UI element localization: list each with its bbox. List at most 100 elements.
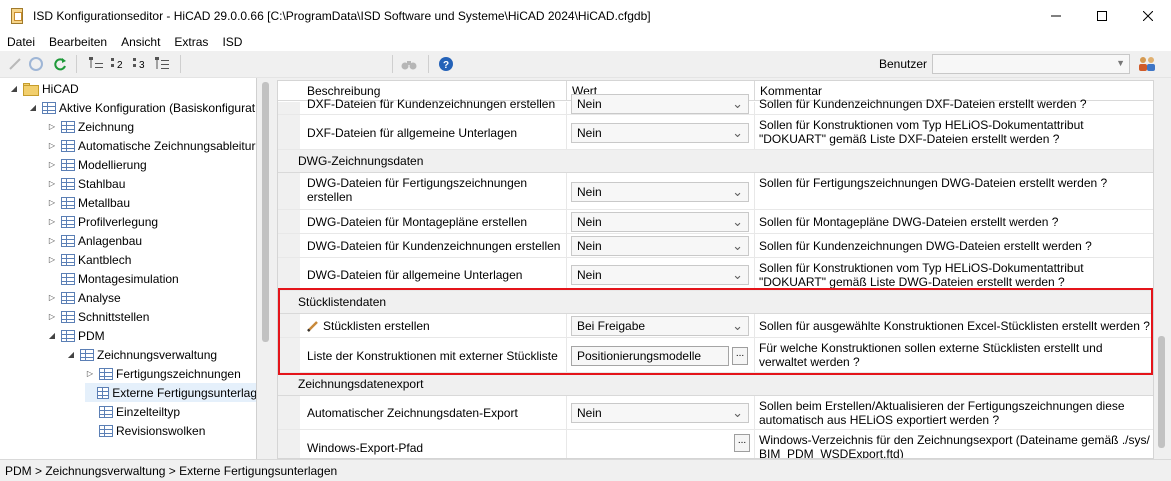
menu-extras[interactable]: Extras <box>167 35 215 49</box>
tree-item[interactable]: ◢ HiCAD <box>9 79 79 98</box>
expand-arrow-icon[interactable]: ◢ <box>28 103 38 113</box>
svg-text:?: ? <box>443 60 449 71</box>
tree-item[interactable]: ▷ Stahlbau <box>47 174 125 193</box>
tree-item[interactable]: Externe Fertigungsunterlag <box>85 383 256 402</box>
grid-scrollbar[interactable] <box>1154 80 1169 459</box>
collapse-arrow-icon[interactable]: ▷ <box>47 160 57 170</box>
tree-item[interactable]: Montagesimulation <box>47 269 179 288</box>
collapse-arrow-icon[interactable]: ▷ <box>47 179 57 189</box>
tree-item[interactable]: ▷ Automatische Zeichnungsableitur <box>47 136 256 155</box>
value-dropdown[interactable]: Nein ⌄ <box>571 236 749 256</box>
tree-item[interactable]: ▷ Fertigungszeichnungen <box>85 364 241 383</box>
help-icon[interactable]: ? <box>438 56 454 72</box>
close-button[interactable] <box>1125 0 1171 32</box>
property-row[interactable]: DXF-Dateien für Kundenzeichnungen erstel… <box>278 94 1153 115</box>
column-header-description[interactable]: Beschreibung <box>307 84 380 98</box>
level-3-icon[interactable]: 3 <box>132 56 148 72</box>
browse-button[interactable]: ... <box>734 434 750 452</box>
collapse-arrow-icon[interactable]: ▷ <box>47 236 57 246</box>
tree-scrollbar[interactable] <box>258 78 273 459</box>
category-row[interactable]: DWG-Zeichnungsdaten <box>278 150 1153 173</box>
chevron-down-icon: ⌄ <box>732 318 743 333</box>
property-row[interactable]: DWG-Dateien für allgemeine Unterlagen Nei… <box>278 258 1153 291</box>
value-dropdown-text: Nein <box>577 239 602 253</box>
property-description: DWG-Dateien für Kundenzeichnungen erstel… <box>307 239 561 253</box>
collapse-arrow-icon[interactable]: ▷ <box>47 255 57 265</box>
pencil-icon[interactable] <box>7 56 23 72</box>
tree-item[interactable]: ▷ Profilverlegung <box>47 212 158 231</box>
refresh-icon[interactable] <box>52 56 68 72</box>
chevron-down-icon: ▼ <box>1116 58 1125 68</box>
tree-item[interactable]: ▷ Schnittstellen <box>47 307 149 326</box>
tree-item[interactable]: ▷ Metallbau <box>47 193 130 212</box>
level-1-icon[interactable] <box>88 56 104 72</box>
table-icon <box>99 367 113 380</box>
property-description: DXF-Dateien für Kundenzeichnungen erstel… <box>307 97 556 111</box>
menu-datei[interactable]: Datei <box>0 35 42 49</box>
value-dropdown[interactable]: Nein ⌄ <box>571 265 749 285</box>
collapse-arrow-icon[interactable]: ▷ <box>47 312 57 322</box>
collapse-arrow-icon[interactable]: ▷ <box>47 198 57 208</box>
collapse-arrow-icon[interactable]: ▷ <box>47 122 57 132</box>
value-field[interactable]: Positionierungsmodelle <box>571 346 729 366</box>
user-dropdown[interactable]: ▼ <box>932 54 1130 74</box>
property-row[interactable]: DWG-Dateien für Kundenzeichnungen erstel… <box>278 234 1153 258</box>
category-row[interactable]: Zeichnungsdatenexport <box>278 373 1153 396</box>
property-row[interactable]: Liste der Konstruktionen mit externer St… <box>278 338 1153 373</box>
menu-bearbeiten[interactable]: Bearbeiten <box>42 35 114 49</box>
tree-item[interactable]: ◢ Aktive Konfiguration (Basiskonfigurat <box>28 98 255 117</box>
maximize-button[interactable] <box>1079 0 1125 32</box>
level-2-icon[interactable]: 2 <box>110 56 126 72</box>
collapse-arrow-icon[interactable]: ▷ <box>47 293 57 303</box>
value-dropdown[interactable]: Nein ⌄ <box>571 403 749 423</box>
category-row[interactable]: Stücklistendaten <box>278 291 1153 314</box>
property-comment: Sollen für Montagepläne DWG-Dateien erst… <box>759 215 1059 229</box>
browse-button[interactable]: ... <box>732 347 748 365</box>
tree-item[interactable]: Revisionswolken <box>85 421 205 440</box>
property-row[interactable]: DWG-Dateien für Fertigungszeichnungen er… <box>278 173 1153 210</box>
property-row[interactable]: DXF-Dateien für allgemeine Unterlagen Nei… <box>278 115 1153 150</box>
tree-item[interactable]: ▷ Zeichnung <box>47 117 134 136</box>
value-dropdown[interactable]: Nein ⌄ <box>571 94 749 114</box>
level-3-label: 3 <box>139 60 145 71</box>
property-grid: Beschreibung Wert Kommentar DXF-Dateien … <box>277 80 1154 459</box>
title-bar: ISD Konfigurationseditor - HiCAD 29.0.0.… <box>0 0 1171 32</box>
binoculars-icon[interactable] <box>401 56 417 72</box>
users-icon[interactable] <box>1137 55 1157 73</box>
tree-item[interactable]: ◢ PDM <box>47 326 105 345</box>
value-dropdown[interactable]: Nein ⌄ <box>571 182 749 202</box>
property-description: DWG-Dateien für allgemeine Unterlagen <box>307 268 523 282</box>
tree-scroll-thumb[interactable] <box>262 82 269 342</box>
tree-item[interactable]: ◢ Zeichnungsverwaltung <box>66 345 217 364</box>
app-icon <box>9 8 25 24</box>
expand-arrow-icon[interactable]: ◢ <box>47 331 57 341</box>
tree-item[interactable]: ▷ Analyse <box>47 288 121 307</box>
collapse-arrow-icon[interactable]: ▷ <box>85 369 95 379</box>
value-dropdown[interactable]: Nein ⌄ <box>571 123 749 143</box>
tree-item[interactable]: ▷ Modellierung <box>47 155 147 174</box>
property-row[interactable]: DWG-Dateien für Montagepläne erstellen Ne… <box>278 210 1153 234</box>
collapse-arrow-icon[interactable]: ▷ <box>47 141 57 151</box>
undo-icon[interactable] <box>28 56 44 72</box>
property-description: DWG-Dateien für Fertigungszeichnungen er… <box>307 176 528 204</box>
tree-item[interactable]: ▷ Kantblech <box>47 250 131 269</box>
tree-item[interactable]: Einzelteiltyp <box>85 402 180 421</box>
table-icon <box>61 158 75 171</box>
property-row[interactable]: Automatischer Zeichnungsdaten-Export Nein… <box>278 396 1153 430</box>
property-row[interactable]: Stücklisten erstellen Bei Freigabe ⌄ Sollen… <box>278 314 1153 338</box>
tree-item-label: Aktive Konfiguration (Basiskonfigurat <box>59 100 256 115</box>
level-all-icon[interactable] <box>154 56 170 72</box>
value-dropdown[interactable]: Bei Freigabe ⌄ <box>571 316 749 336</box>
menu-ansicht[interactable]: Ansicht <box>114 35 167 49</box>
collapse-arrow-icon[interactable]: ▷ <box>47 217 57 227</box>
expand-arrow-icon[interactable]: ◢ <box>66 350 76 360</box>
tree-item[interactable]: ▷ Anlagenbau <box>47 231 142 250</box>
property-row[interactable]: Windows-Export-Pfad... Windows-Verzeichni… <box>278 430 1153 458</box>
column-header-comment[interactable]: Kommentar <box>760 84 822 98</box>
menu-isd[interactable]: ISD <box>215 35 249 49</box>
grid-scroll-thumb[interactable] <box>1158 336 1165 448</box>
value-dropdown[interactable]: Nein ⌄ <box>571 212 749 232</box>
minimize-button[interactable] <box>1033 0 1079 32</box>
expand-arrow-icon[interactable]: ◢ <box>9 84 19 94</box>
